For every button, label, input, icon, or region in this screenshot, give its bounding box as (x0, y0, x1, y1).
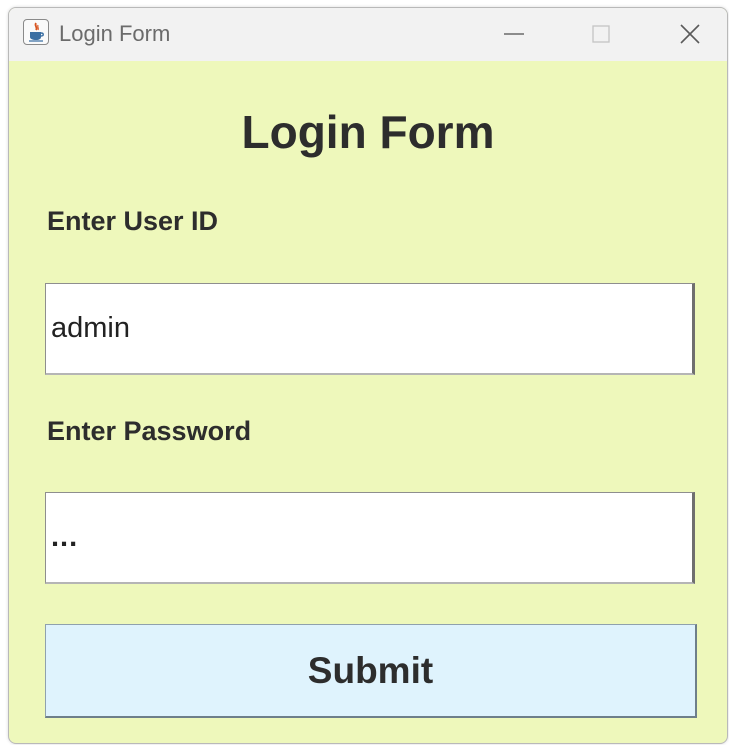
java-icon (23, 19, 49, 45)
submit-button[interactable]: Submit (45, 624, 697, 718)
form-panel: Login Form Enter User ID Enter Password … (9, 61, 727, 743)
password-input[interactable] (45, 492, 695, 584)
minimize-button[interactable] (484, 8, 544, 61)
minimize-icon (504, 33, 524, 35)
user-id-label: Enter User ID (47, 206, 219, 236)
title-bar[interactable]: Login Form (9, 8, 727, 61)
login-window: Login Form Login Form Enter User ID Ente… (8, 7, 728, 744)
password-label: Enter Password (47, 416, 252, 446)
close-icon (680, 24, 700, 44)
window-title: Login Form (59, 21, 171, 46)
form-heading: Login Form (241, 106, 495, 158)
maximize-button[interactable] (572, 8, 632, 61)
maximize-icon (592, 25, 610, 43)
close-button[interactable] (660, 8, 720, 61)
user-id-input[interactable] (45, 283, 695, 375)
